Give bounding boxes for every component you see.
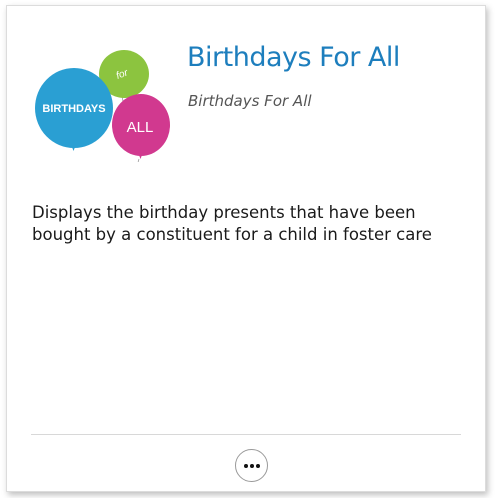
ellipsis-icon xyxy=(243,463,260,468)
divider xyxy=(31,434,461,435)
more-options-button[interactable] xyxy=(235,449,268,482)
card-subtitle: Birthdays For All xyxy=(188,92,312,110)
birthdays-for-all-logo: for BIRTHDAYS ALL xyxy=(35,50,170,162)
app-card[interactable]: for BIRTHDAYS ALL Birthdays For All Birt… xyxy=(6,5,486,492)
card-description: Displays the birthday presents that have… xyxy=(32,203,432,244)
balloon-pink-text: ALL xyxy=(127,119,154,136)
balloon-big-text: BIRTHDAYS xyxy=(42,103,105,115)
card-title[interactable]: Birthdays For All xyxy=(187,42,400,73)
